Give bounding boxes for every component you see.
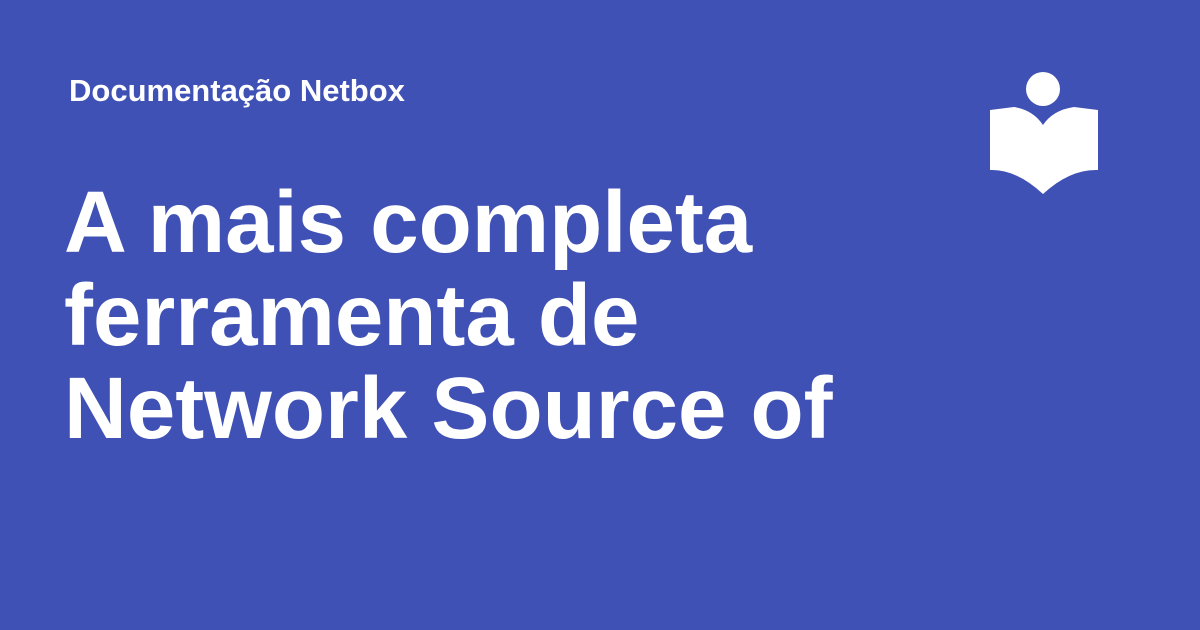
reader-book-icon [990,72,1098,194]
page-title-line: A mais completa [64,174,753,271]
social-card: Documentação Netbox A mais completa ferr… [0,0,1200,630]
page-title-line: ferramenta de [64,267,640,364]
site-name: Documentação Netbox [69,73,405,108]
page-title: A mais completa ferramenta de Network So… [64,176,964,455]
page-title-line: Network Source of [64,360,833,457]
